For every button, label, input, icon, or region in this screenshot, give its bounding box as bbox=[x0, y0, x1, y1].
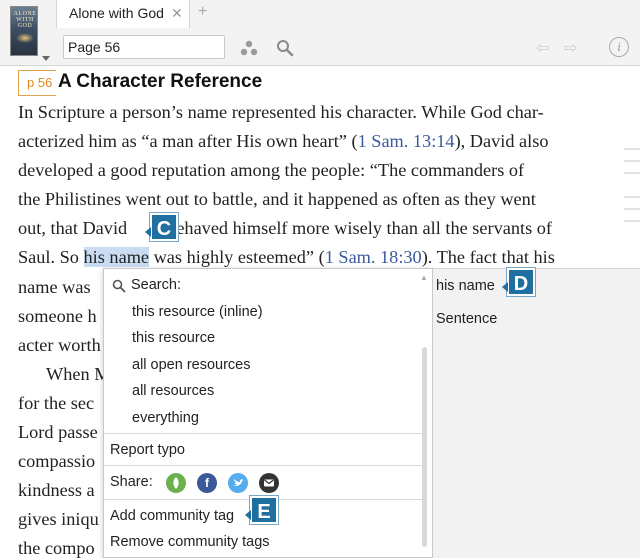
text-line: out, that David behaved himself more wise… bbox=[18, 218, 552, 238]
menu-item-search-this-resource[interactable]: this resource bbox=[132, 330, 215, 346]
page-marker: p 56 bbox=[18, 70, 57, 96]
callout-d: D bbox=[502, 268, 535, 296]
book-cover-title: ALONE WITH GOD bbox=[13, 11, 37, 29]
menu-item-search-everything[interactable]: everything bbox=[132, 410, 199, 426]
text-line: name was bbox=[18, 277, 91, 297]
menu-divider bbox=[104, 433, 424, 434]
section-heading: A Character Reference bbox=[58, 71, 263, 92]
email-icon[interactable] bbox=[259, 473, 279, 493]
text-line: someone h bbox=[18, 306, 97, 326]
twitter-icon[interactable] bbox=[228, 473, 248, 493]
scripture-link[interactable]: 1 Sam. 18:30 bbox=[325, 247, 422, 267]
text-line: acter worth bbox=[18, 335, 101, 355]
text-line: the Philistines went out to battle, and … bbox=[18, 189, 536, 209]
menu-item-remove-community-tags[interactable]: Remove community tags bbox=[110, 534, 270, 550]
selection-item-his-name[interactable]: his name bbox=[436, 278, 495, 294]
text-line: When M bbox=[46, 364, 111, 384]
selected-text[interactable]: his name bbox=[83, 247, 150, 267]
menu-share-label: Share: bbox=[110, 474, 153, 490]
scroll-rail-mark bbox=[624, 220, 640, 222]
text-line: compassio bbox=[18, 451, 96, 471]
selection-item-sentence[interactable]: Sentence bbox=[436, 311, 497, 327]
scroll-rail-mark bbox=[624, 148, 640, 150]
tab-title: Alone with God bbox=[69, 5, 164, 21]
back-arrow-icon[interactable]: ⇦ bbox=[536, 38, 549, 58]
toolbar: ALONE WITH GOD Alone with God ✕ + ⇦ ⇨ i bbox=[0, 0, 640, 66]
scroll-rail-mark bbox=[624, 196, 640, 198]
forward-arrow-icon[interactable]: ⇨ bbox=[564, 38, 577, 58]
search-icon[interactable] bbox=[276, 39, 294, 57]
book-cover-thumbnail[interactable]: ALONE WITH GOD bbox=[10, 6, 38, 56]
text-line: Saul. So his name was highly esteemed” (… bbox=[18, 247, 555, 267]
menu-item-report-typo[interactable]: Report typo bbox=[110, 442, 185, 458]
menu-item-search-all-open-resources[interactable]: all open resources bbox=[132, 357, 251, 373]
text-line: for the sec bbox=[18, 393, 95, 413]
search-icon bbox=[112, 279, 126, 293]
text-line: Lord passe bbox=[18, 422, 98, 442]
page-reference-input[interactable] bbox=[63, 35, 225, 59]
scripture-link[interactable]: 1 Sam. 13:14 bbox=[358, 131, 455, 151]
scroll-rail-mark bbox=[624, 208, 640, 210]
info-icon[interactable]: i bbox=[609, 37, 629, 57]
scroll-up-icon[interactable]: ▲ bbox=[420, 273, 428, 282]
scroll-rail-mark bbox=[624, 172, 640, 174]
text-line: developed a good reputation among the pe… bbox=[18, 160, 525, 180]
selection-panel: his name Sentence bbox=[433, 268, 640, 558]
menu-divider bbox=[104, 465, 424, 466]
add-tab-icon[interactable]: + bbox=[198, 3, 207, 21]
callout-e: E bbox=[245, 496, 278, 524]
text-line: acterized him as “a man after His own he… bbox=[18, 131, 549, 151]
callout-c: C bbox=[145, 213, 178, 241]
facebook-icon[interactable]: f bbox=[197, 473, 217, 493]
menu-scrollbar[interactable] bbox=[422, 347, 427, 547]
tab-alone-with-god[interactable]: Alone with God ✕ bbox=[56, 0, 190, 28]
text-line: In Scripture a person’s name represented… bbox=[18, 102, 544, 122]
chevron-down-icon[interactable] bbox=[42, 56, 50, 61]
menu-item-add-community-tag[interactable]: Add community tag bbox=[110, 508, 234, 524]
close-icon[interactable]: ✕ bbox=[171, 5, 183, 22]
menu-item-search-this-resource-inline[interactable]: this resource (inline) bbox=[132, 304, 263, 320]
cover-glow bbox=[16, 33, 34, 43]
menu-item-search-all-resources[interactable]: all resources bbox=[132, 383, 214, 399]
text-line: the compo bbox=[18, 538, 95, 558]
scroll-rail-mark bbox=[624, 160, 640, 162]
logos-share-icon[interactable] bbox=[166, 473, 186, 493]
visual-filter-icon[interactable] bbox=[240, 40, 258, 56]
text-line: gives iniqu bbox=[18, 509, 99, 529]
menu-search-label: Search: bbox=[131, 277, 181, 293]
text-line: kindness a bbox=[18, 480, 95, 500]
